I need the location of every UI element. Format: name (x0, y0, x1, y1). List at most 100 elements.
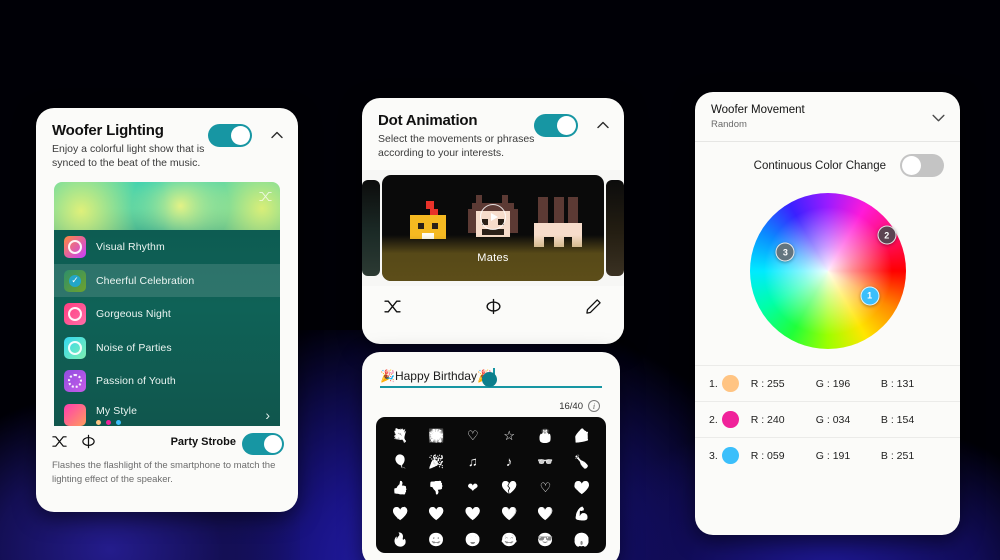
color-marker-2[interactable]: 2 (877, 225, 897, 245)
red-value: R : 059 (750, 449, 785, 462)
text-selection-handle[interactable] (482, 372, 497, 387)
blue-value: B : 131 (880, 377, 915, 390)
emoji-grid[interactable]: 💐 🎇 ♡ ☆ 🎂 🍰 🎈 🎉 ♫ ♪ 👓 🍾 👍 👎 ❤ 💔 ♡ 💝 💖 💛 … (382, 426, 600, 549)
list-item[interactable]: Passion of Youth (54, 364, 280, 398)
emoji-key[interactable]: 💝 (572, 478, 591, 497)
ring-icon (68, 374, 82, 389)
color-dot (96, 419, 101, 425)
shuffle-icon[interactable] (52, 434, 67, 449)
chevron-up-icon[interactable] (596, 118, 610, 132)
emoji-key[interactable]: 😍 (463, 530, 482, 549)
effect-label: Visual Rhythm (96, 241, 165, 254)
emoji-key[interactable]: ♡ (463, 426, 482, 445)
dot-animation-carousel[interactable]: Mates (362, 170, 624, 287)
list-item[interactable]: Noise of Parties (54, 331, 280, 365)
emoji-key[interactable]: 👓 (536, 452, 555, 471)
emoji-key[interactable]: ☆ (500, 426, 519, 445)
emoji-key[interactable]: 🍾 (572, 452, 591, 471)
chevron-right-icon[interactable]: › (265, 407, 270, 423)
emoji-key[interactable]: 😂 (500, 530, 519, 549)
emoji-key[interactable]: ❤ (463, 478, 482, 497)
toggle-knob (231, 126, 250, 145)
preview-caption: Mates (382, 235, 604, 282)
emoji-key[interactable]: 💜 (536, 504, 555, 523)
emoji-key[interactable]: 🎉 (427, 452, 446, 471)
emoji-key[interactable]: 💐 (391, 426, 410, 445)
emoji-key[interactable]: 💛 (427, 504, 446, 523)
party-strobe-toggle[interactable] (242, 433, 284, 456)
ring-icon (68, 240, 82, 255)
green-value: G : 196 (815, 377, 851, 390)
emoji-key[interactable]: 💚 (463, 504, 482, 523)
emoji-key[interactable]: ♡ (536, 478, 555, 497)
green-value: G : 034 (815, 413, 851, 426)
text-input-value: 🎉Happy Birthday🎉 (380, 368, 492, 383)
emoji-key[interactable]: 😱 (572, 530, 591, 549)
woofer-movement-card: Woofer Movement Random Continuous Color … (695, 92, 960, 535)
edit-pencil-icon[interactable] (585, 298, 602, 315)
blue-value: B : 154 (880, 413, 915, 426)
color-marker-1[interactable]: 1 (860, 286, 880, 306)
chevron-up-icon[interactable] (270, 128, 284, 142)
emoji-key[interactable]: 💖 (391, 504, 410, 523)
color-wheel-wrapper: 1 2 3 (695, 187, 960, 361)
emoji-keyboard[interactable]: 💐 🎇 ♡ ☆ 🎂 🍰 🎈 🎉 ♫ ♪ 👓 🍾 👍 👎 ❤ 💔 ♡ 💝 💖 💛 … (376, 417, 606, 553)
effect-thumbnail (64, 403, 86, 426)
lighting-card-subtitle: Enjoy a colorful light show that is sync… (52, 143, 205, 170)
table-row[interactable]: 1. R : 255 G : 196 B : 131 (695, 365, 960, 401)
dot-animation-toggle[interactable] (534, 114, 578, 137)
emoji-key[interactable]: 👎 (427, 478, 446, 497)
emoji-key[interactable]: 🎇 (427, 426, 446, 445)
blue-value: B : 251 (880, 449, 915, 462)
emoji-key[interactable]: 💙 (500, 504, 519, 523)
movement-title: Woofer Movement (711, 104, 805, 116)
emoji-key[interactable]: 😎 (536, 530, 555, 549)
lighting-card-footer: Party Strobe Flashes the flashlight of t… (36, 426, 298, 497)
marker-number: 3 (782, 247, 788, 258)
preview-caption-label: Mates (477, 252, 509, 265)
emoji-key[interactable]: 🔥 (391, 530, 410, 549)
repeat-icon[interactable] (81, 434, 96, 449)
carousel-active-preview[interactable]: Mates (382, 175, 604, 282)
play-icon[interactable] (480, 204, 506, 231)
effect-label: Noise of Parties (96, 341, 172, 354)
emoji-key[interactable]: 🎈 (391, 452, 410, 471)
emoji-key[interactable]: ♪ (500, 452, 519, 471)
color-marker-3[interactable]: 3 (775, 242, 795, 262)
list-item[interactable]: Visual Rhythm (54, 230, 280, 264)
row-index: 3. (709, 449, 718, 462)
color-wheel[interactable]: 1 2 3 (749, 193, 906, 349)
lighting-effects-list[interactable]: Visual Rhythm ✓ Cheerful Celebration Gor… (54, 230, 280, 427)
list-item[interactable]: Gorgeous Night (54, 297, 280, 331)
carousel-prev-preview[interactable] (362, 180, 380, 277)
rgb-values-list: 1. R : 255 G : 196 B : 131 2. R : 240 G … (695, 365, 960, 473)
party-strobe-description: Flashes the flashlight of the smartphone… (52, 460, 276, 486)
toggle-knob (264, 435, 282, 454)
emoji-key[interactable]: 👍 (391, 478, 410, 497)
marker-number: 1 (867, 290, 873, 301)
emoji-key[interactable]: 🎂 (536, 426, 555, 445)
color-dot (116, 419, 121, 425)
shuffle-icon[interactable] (384, 298, 401, 315)
emoji-key[interactable]: ♫ (463, 452, 482, 471)
movement-card-header[interactable]: Woofer Movement Random (695, 92, 960, 142)
list-item[interactable]: My Style › (54, 398, 280, 427)
table-row[interactable]: 3. R : 059 G : 191 B : 251 (695, 437, 960, 473)
emoji-key[interactable]: 💪 (572, 504, 591, 523)
emoji-key[interactable]: 🍰 (572, 426, 591, 445)
emoji-key[interactable]: 💔 (500, 478, 519, 497)
chevron-down-icon[interactable] (931, 110, 946, 125)
lighting-power-toggle[interactable] (208, 124, 252, 147)
emoji-key[interactable]: 😀 (427, 530, 446, 549)
repeat-icon[interactable] (485, 298, 502, 315)
row-index: 1. (709, 377, 718, 390)
text-field-wrapper: 🎉Happy Birthday🎉 16/40 i (362, 352, 620, 412)
character-counter: 16/40 i (380, 400, 602, 412)
lighting-card-header: Woofer Lighting Enjoy a colorful light s… (36, 108, 298, 180)
list-item[interactable]: ✓ Cheerful Celebration (54, 263, 280, 298)
carousel-next-preview[interactable] (606, 180, 624, 277)
info-icon[interactable]: i (588, 400, 600, 412)
continuous-color-change-toggle[interactable] (900, 154, 944, 177)
table-row[interactable]: 2. R : 240 G : 034 B : 154 (695, 401, 960, 437)
effect-thumbnail (64, 236, 86, 259)
